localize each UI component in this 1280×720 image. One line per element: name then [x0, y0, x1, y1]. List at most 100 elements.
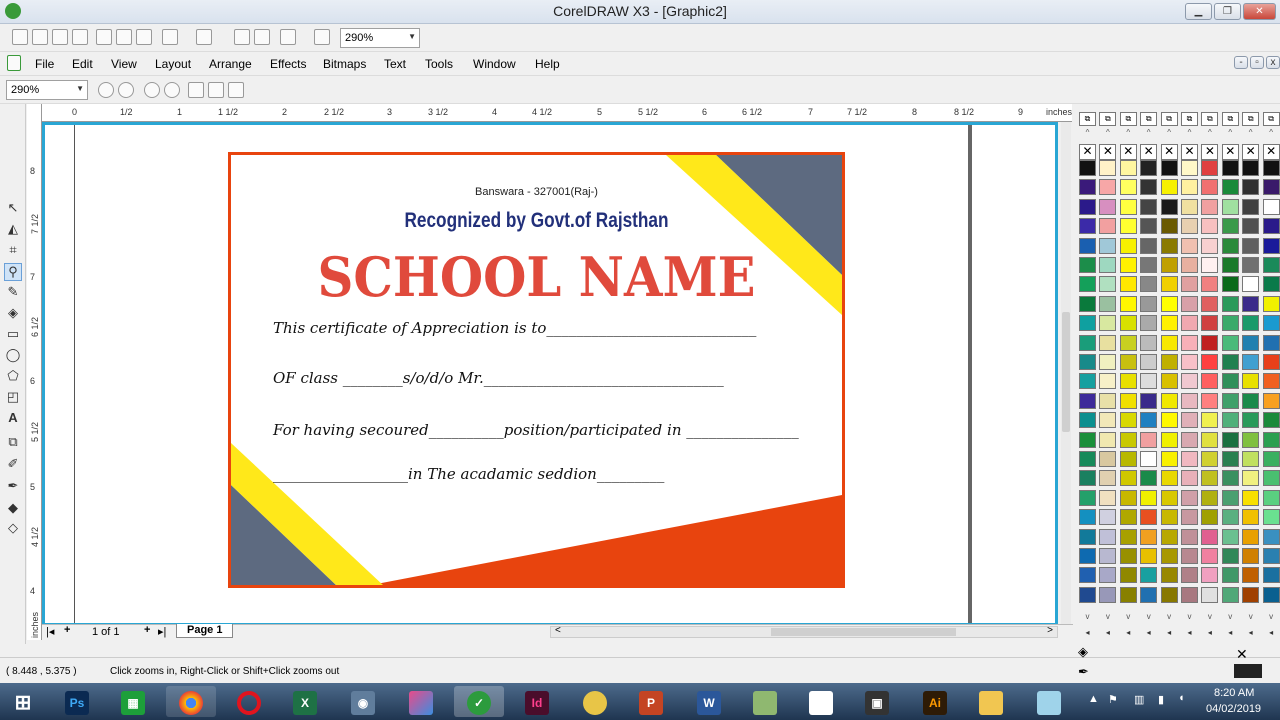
- color-swatch[interactable]: [1181, 470, 1198, 487]
- menu-layout[interactable]: Layout: [155, 57, 191, 71]
- add-page-after-icon[interactable]: +: [144, 624, 150, 636]
- interactive-blend-tool-icon[interactable]: ⧉: [4, 434, 22, 452]
- taskbar-photoshop[interactable]: Ps: [52, 686, 102, 717]
- network-icon[interactable]: ▥: [1134, 693, 1144, 706]
- color-swatch[interactable]: [1079, 586, 1096, 603]
- flag-icon[interactable]: ⚑: [1108, 693, 1118, 706]
- color-swatch[interactable]: [1181, 548, 1198, 564]
- palette-flyout-icon[interactable]: ⧉: [1201, 112, 1219, 126]
- palette-scroll-left-icon[interactable]: ◂: [1222, 628, 1239, 640]
- color-swatch[interactable]: [1079, 160, 1096, 176]
- taskbar-photo-app[interactable]: [396, 686, 446, 717]
- palette-scroll-up-icon[interactable]: ^: [1201, 128, 1218, 140]
- color-swatch[interactable]: [1201, 567, 1219, 584]
- color-swatch[interactable]: [1160, 237, 1178, 254]
- taskbar-camera[interactable]: ◉: [338, 686, 388, 717]
- zoom-property-combo[interactable]: 290% ▼: [6, 80, 88, 100]
- color-swatch[interactable]: [1181, 412, 1198, 429]
- eyedropper-tool-icon[interactable]: ✐: [4, 456, 22, 474]
- taskbar-messenger[interactable]: [570, 686, 620, 717]
- palette-scroll-left-icon[interactable]: ◂: [1161, 628, 1178, 640]
- color-swatch[interactable]: [1181, 392, 1198, 409]
- color-swatch[interactable]: [1119, 470, 1137, 487]
- outline-color-swatch[interactable]: [1234, 664, 1262, 678]
- color-swatch[interactable]: [1221, 237, 1239, 254]
- color-swatch[interactable]: [1201, 218, 1219, 235]
- color-swatch[interactable]: [1262, 218, 1280, 235]
- tray-expand-icon[interactable]: ▲: [1088, 693, 1099, 705]
- color-swatch[interactable]: [1140, 392, 1158, 409]
- color-swatch[interactable]: [1079, 315, 1096, 332]
- color-swatch[interactable]: [1099, 392, 1117, 409]
- taskbar-store[interactable]: ▦: [108, 686, 158, 717]
- taskbar-ebook[interactable]: [740, 686, 790, 717]
- color-swatch[interactable]: [1221, 586, 1239, 603]
- color-swatch[interactable]: [1201, 528, 1219, 545]
- no-fill-swatch[interactable]: ✕: [1262, 144, 1280, 160]
- palette-scroll-left-icon[interactable]: ◂: [1099, 628, 1116, 640]
- color-swatch[interactable]: [1242, 295, 1260, 312]
- palette-scroll-up-icon[interactable]: ^: [1181, 128, 1198, 140]
- application-launcher-icon[interactable]: [280, 29, 296, 45]
- color-swatch[interactable]: [1242, 392, 1260, 409]
- no-fill-swatch[interactable]: ✕: [1201, 144, 1219, 160]
- color-swatch[interactable]: [1201, 315, 1219, 332]
- color-swatch[interactable]: [1099, 548, 1117, 564]
- color-swatch[interactable]: [1221, 160, 1239, 176]
- vertical-ruler[interactable]: 8 7 1/2 7 6 1/2 6 5 1/2 5 4 1/2 4 inches: [27, 104, 42, 640]
- color-swatch[interactable]: [1181, 334, 1198, 351]
- palette-scroll-down-icon[interactable]: v: [1140, 612, 1157, 624]
- color-swatch[interactable]: [1181, 237, 1198, 254]
- color-swatch[interactable]: [1099, 373, 1117, 390]
- color-swatch[interactable]: [1242, 373, 1260, 390]
- color-swatch[interactable]: [1140, 586, 1158, 603]
- color-swatch[interactable]: [1140, 257, 1158, 273]
- close-button[interactable]: ✕: [1243, 3, 1276, 20]
- color-swatch[interactable]: [1160, 373, 1178, 390]
- pick-tool-icon[interactable]: ↖: [4, 200, 22, 218]
- doc-close-button[interactable]: x: [1266, 56, 1280, 69]
- palette-scroll-down-icon[interactable]: v: [1181, 612, 1198, 624]
- color-swatch[interactable]: [1262, 489, 1280, 506]
- color-swatch[interactable]: [1160, 334, 1178, 351]
- add-page-before-icon[interactable]: +: [64, 624, 70, 636]
- color-swatch[interactable]: [1242, 257, 1260, 273]
- color-swatch[interactable]: [1119, 509, 1137, 526]
- color-swatch[interactable]: [1262, 451, 1280, 467]
- palette-flyout-icon[interactable]: ⧉: [1119, 112, 1137, 126]
- menu-tools[interactable]: Tools: [425, 57, 453, 71]
- color-swatch[interactable]: [1079, 567, 1096, 584]
- zoom-out-icon[interactable]: [118, 82, 134, 98]
- color-swatch[interactable]: [1201, 470, 1219, 487]
- horizontal-scrollbar[interactable]: < >: [550, 625, 1058, 638]
- color-swatch[interactable]: [1079, 334, 1096, 351]
- color-swatch[interactable]: [1079, 276, 1096, 293]
- fill-indicator-icon[interactable]: ◈: [1078, 644, 1088, 660]
- text-tool-icon[interactable]: A: [4, 410, 22, 428]
- color-swatch[interactable]: [1119, 528, 1137, 545]
- color-swatch[interactable]: [1221, 218, 1239, 235]
- color-swatch[interactable]: [1119, 548, 1137, 564]
- taskbar-erase-tool[interactable]: [1024, 686, 1074, 717]
- color-swatch[interactable]: [1242, 315, 1260, 332]
- color-swatch[interactable]: [1160, 509, 1178, 526]
- color-swatch[interactable]: [1201, 198, 1219, 215]
- first-page-icon[interactable]: |◂: [46, 625, 54, 638]
- palette-scroll-left-icon[interactable]: ◂: [1079, 628, 1096, 640]
- color-swatch[interactable]: [1099, 334, 1117, 351]
- color-swatch[interactable]: [1242, 160, 1260, 176]
- color-swatch[interactable]: [1140, 315, 1158, 332]
- ellipse-tool-icon[interactable]: ◯: [4, 347, 22, 365]
- doc-restore-button[interactable]: ▫: [1250, 56, 1264, 69]
- color-swatch[interactable]: [1242, 412, 1260, 429]
- palette-flyout-icon[interactable]: ⧉: [1160, 112, 1178, 126]
- maximize-button[interactable]: ❐: [1214, 3, 1241, 20]
- color-swatch[interactable]: [1242, 334, 1260, 351]
- palette-scroll-down-icon[interactable]: v: [1099, 612, 1116, 624]
- start-button[interactable]: ⊞: [0, 686, 46, 717]
- color-swatch[interactable]: [1201, 392, 1219, 409]
- zoom-level-combo[interactable]: 290% ▼: [340, 28, 420, 48]
- new-file-icon[interactable]: [12, 29, 28, 45]
- color-swatch[interactable]: [1119, 392, 1137, 409]
- copy-icon[interactable]: [116, 29, 132, 45]
